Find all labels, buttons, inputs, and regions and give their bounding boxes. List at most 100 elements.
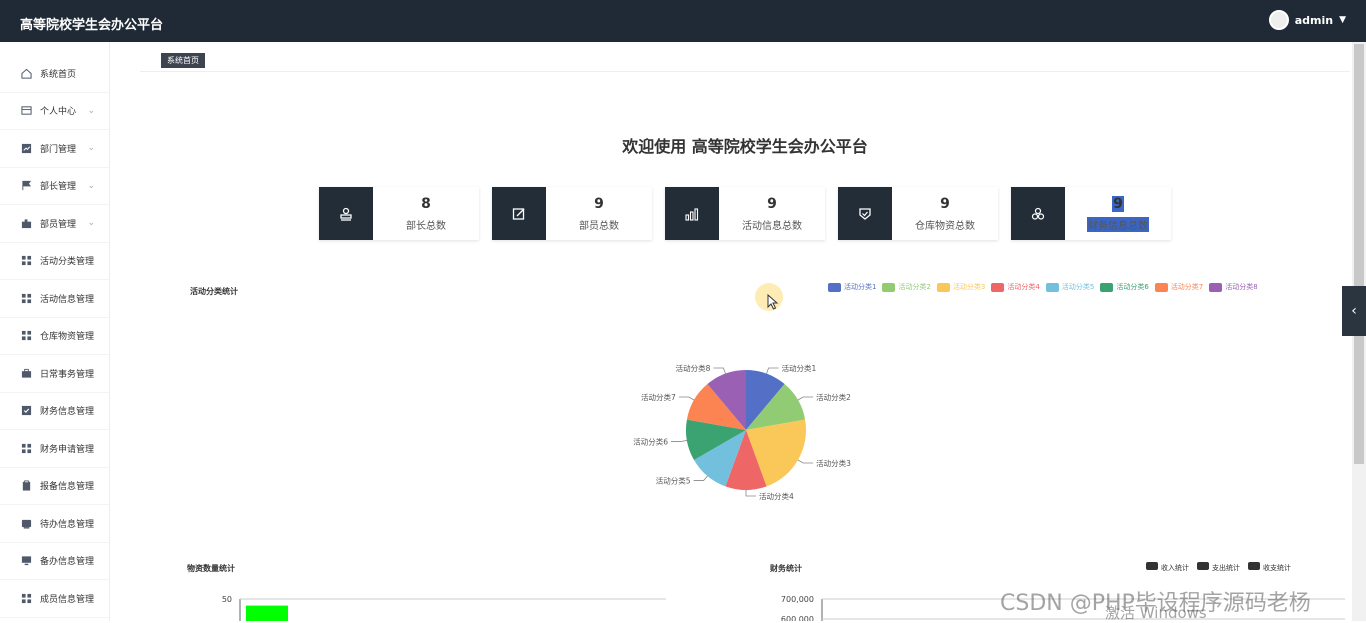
legend-swatch bbox=[1154, 282, 1168, 292]
stat-card-warehouse: 9 仓库物资总数 bbox=[838, 187, 998, 240]
sidebar-item-10[interactable]: 财务信息管理 bbox=[0, 393, 109, 430]
avatar[interactable] bbox=[1268, 10, 1289, 30]
finance-legend-item[interactable]: 收入统计 bbox=[1146, 562, 1189, 573]
chevron-down-icon[interactable]: ⌄ bbox=[87, 143, 95, 153]
user-menu[interactable]: admin ▼ bbox=[1268, 10, 1346, 30]
legend-label: 活动分类8 bbox=[1225, 283, 1258, 291]
chart-icon bbox=[20, 142, 32, 154]
stat-label: 仓库物资总数 bbox=[915, 220, 975, 232]
caret-down-icon[interactable]: ▼ bbox=[1339, 15, 1346, 25]
grid-icon bbox=[20, 292, 32, 304]
stat-value: 8 bbox=[421, 195, 431, 212]
sidebar-item-label: 个人中心 bbox=[40, 107, 77, 118]
stat-value: 9 bbox=[1112, 195, 1124, 212]
sidebar-item-label: 活动信息管理 bbox=[40, 294, 95, 305]
sidebar-item-label: 财务信息管理 bbox=[40, 407, 95, 418]
sidebar-item-label: 活动分类管理 bbox=[40, 257, 95, 268]
finance-legend-item[interactable]: 收支统计 bbox=[1248, 562, 1291, 573]
sidebar-item-9[interactable]: 日常事务管理 bbox=[0, 355, 109, 393]
pie-label-line bbox=[671, 440, 687, 442]
sidebar-item-label: 仓库物资管理 bbox=[40, 332, 95, 343]
username[interactable]: admin bbox=[1295, 14, 1333, 27]
sidebar-item-6[interactable]: 活动分类管理 bbox=[0, 243, 109, 280]
grid-icon bbox=[20, 592, 32, 604]
pie-legend-item[interactable]: 活动分类6 bbox=[1100, 282, 1149, 292]
check-box-icon bbox=[20, 405, 32, 417]
pie-legend: 活动分类1 活动分类2 活动分类3 活动分类4 活动分类5 活动分类6 活动分类7 活动分类8 bbox=[828, 282, 1258, 292]
stat-card-minister: 8 部长总数 bbox=[319, 187, 479, 240]
pie-legend-item[interactable]: 活动分类2 bbox=[882, 282, 931, 292]
pie-slice-label: 活动分类4 bbox=[759, 491, 794, 501]
id-card-icon bbox=[20, 105, 32, 117]
edit-icon bbox=[512, 207, 525, 220]
y-tick-label: 600,000 bbox=[781, 615, 814, 621]
sidebar-item-3[interactable]: 部门管理 ⌄ bbox=[0, 130, 109, 168]
sidebar-item-11[interactable]: 财务申请管理 bbox=[0, 430, 109, 468]
stat-label: 活动信息总数 bbox=[742, 220, 802, 232]
legend-label: 活动分类2 bbox=[898, 283, 931, 291]
chevron-down-icon[interactable]: ⌄ bbox=[87, 181, 95, 191]
collapse-panel-button[interactable]: ‹ bbox=[1342, 286, 1366, 336]
sidebar-item-label: 待办信息管理 bbox=[40, 519, 95, 530]
cluster-icon bbox=[1031, 207, 1045, 220]
legend-label: 活动分类7 bbox=[1170, 283, 1204, 291]
stat-card-member: 9 部员总数 bbox=[492, 187, 652, 240]
finance-legend: 收入统计 支出统计 收支统计 bbox=[1146, 562, 1291, 573]
finance-legend-item[interactable]: 支出统计 bbox=[1197, 562, 1240, 573]
sidebar-item-15[interactable]: 成员信息管理 bbox=[0, 580, 109, 618]
pie-chart-title: 活动分类统计 bbox=[190, 287, 238, 296]
shield-icon bbox=[859, 207, 871, 220]
scrollbar-thumb[interactable] bbox=[1354, 44, 1364, 464]
welcome-title: 欢迎使用 高等院校学生会办公平台 bbox=[622, 137, 868, 156]
sidebar-item-1[interactable]: 系统首页 bbox=[0, 55, 109, 93]
sidebar-item-13[interactable]: 待办信息管理 bbox=[0, 505, 109, 543]
stat-value: 9 bbox=[940, 195, 950, 212]
pie-slice-label: 活动分类2 bbox=[816, 392, 851, 402]
sidebar-item-label: 部门管理 bbox=[40, 144, 77, 155]
chevron-down-icon[interactable]: ⌄ bbox=[87, 106, 95, 116]
pie-label-line bbox=[693, 475, 708, 481]
pie-slice-label: 活动分类1 bbox=[782, 363, 817, 373]
sidebar-item-4[interactable]: 部长管理 ⌄ bbox=[0, 168, 109, 205]
pie-slice-label: 活动分类8 bbox=[676, 363, 711, 373]
stat-card-finance: 9 财务信息总数 bbox=[1011, 187, 1171, 240]
chevron-down-icon[interactable]: ⌄ bbox=[87, 218, 95, 228]
stat-value: 9 bbox=[767, 195, 777, 212]
legend-swatch bbox=[882, 282, 896, 292]
pie-legend-item[interactable]: 活动分类4 bbox=[991, 282, 1040, 292]
material-bar[interactable] bbox=[246, 605, 288, 621]
pie-slice-label: 活动分类6 bbox=[633, 436, 668, 446]
stamp-icon bbox=[340, 207, 352, 221]
pie-legend-item[interactable]: 活动分类3 bbox=[936, 282, 985, 292]
tab-home[interactable]: 系统首页 bbox=[161, 53, 205, 68]
pie-chart: 活动分类1 活动分类2 活动分类3 活动分类4 活动分类5 活动分类6 活动分类7 活动分类8 bbox=[633, 363, 851, 501]
sidebar-item-2[interactable]: 个人中心 ⌄ bbox=[0, 93, 109, 130]
briefcase-icon bbox=[20, 367, 32, 379]
sidebar-item-label: 备办信息管理 bbox=[40, 557, 95, 568]
legend-label: 活动分类6 bbox=[1116, 283, 1149, 291]
sidebar-item-8[interactable]: 仓库物资管理 bbox=[0, 318, 109, 355]
legend-swatch bbox=[1045, 282, 1059, 292]
top-bar: 高等院校学生会办公平台 admin ▼ bbox=[0, 0, 1366, 42]
material-chart-title: 物资数量统计 bbox=[187, 564, 235, 573]
pie-legend-item[interactable]: 活动分类1 bbox=[828, 282, 876, 292]
pie-slice-label: 活动分类5 bbox=[656, 476, 691, 486]
sidebar-item-5[interactable]: 部员管理 ⌄ bbox=[0, 205, 109, 243]
y-tick-label: 50 bbox=[222, 595, 232, 604]
pie-label-line bbox=[713, 367, 726, 374]
pie-legend-item[interactable]: 活动分类5 bbox=[1045, 282, 1095, 292]
sidebar-item-7[interactable]: 活动信息管理 bbox=[0, 280, 109, 318]
stat-label: 部员总数 bbox=[579, 220, 619, 232]
sidebar-item-label: 部长管理 bbox=[40, 182, 77, 193]
grid-icon bbox=[20, 255, 32, 267]
pie-legend-item[interactable]: 活动分类8 bbox=[1209, 282, 1258, 292]
stat-label: 财务信息总数 bbox=[1087, 216, 1149, 232]
sidebar-item-label: 系统首页 bbox=[40, 69, 77, 80]
legend-swatch bbox=[1209, 282, 1223, 292]
legend-label: 活动分类5 bbox=[1061, 283, 1095, 291]
sidebar-item-12[interactable]: 报备信息管理 bbox=[0, 468, 109, 505]
sidebar-item-14[interactable]: 备办信息管理 bbox=[0, 543, 109, 580]
pie-legend-item[interactable]: 活动分类7 bbox=[1154, 282, 1204, 292]
bar-chart-icon bbox=[685, 207, 699, 221]
sidebar-item-label: 成员信息管理 bbox=[40, 594, 95, 605]
